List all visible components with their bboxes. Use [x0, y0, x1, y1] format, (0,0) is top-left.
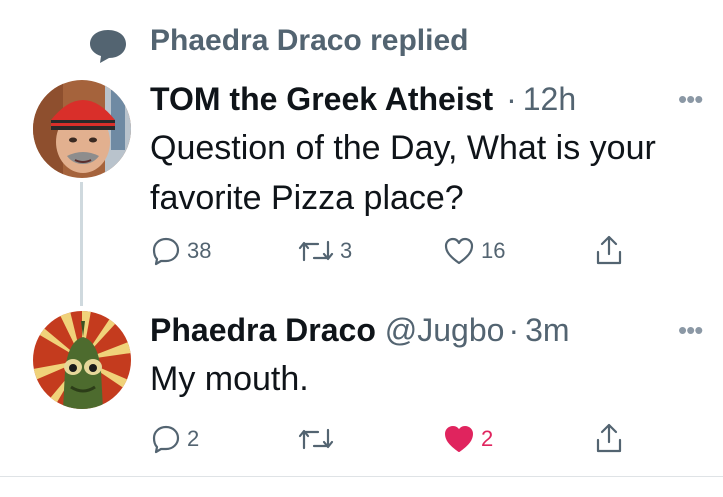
- retweet-icon: [298, 236, 334, 266]
- reply-icon: [151, 236, 181, 266]
- separator-dot: ·: [508, 312, 520, 348]
- like-count: 2: [481, 426, 494, 451]
- avatar-tom[interactable]: [33, 80, 131, 178]
- like-button[interactable]: 16: [443, 236, 505, 266]
- reply-context-label: Phaedra Draco replied: [150, 24, 469, 57]
- tweet-header: Phaedra Draco @Jugbo · 3m: [150, 312, 570, 349]
- more-options-button[interactable]: •••: [678, 84, 703, 115]
- retweet-count: 3: [340, 238, 353, 263]
- more-options-button[interactable]: •••: [678, 315, 703, 346]
- reply-button[interactable]: 38: [151, 236, 211, 266]
- heart-filled-icon: [443, 424, 475, 454]
- tweet-header: TOM the Greek Atheist · 12h: [150, 81, 576, 118]
- like-button[interactable]: 2: [443, 424, 493, 454]
- avatar-phaedra[interactable]: [33, 311, 131, 409]
- tweet-text: Question of the Day, What is your favori…: [150, 123, 656, 223]
- reply-button[interactable]: 2: [151, 424, 199, 454]
- author-handle[interactable]: @Jugbo: [385, 312, 505, 348]
- timestamp[interactable]: 3m: [525, 312, 569, 348]
- tweet-text: My mouth.: [150, 354, 309, 404]
- thread-connector-line: [80, 182, 83, 306]
- separator-dot: ·: [506, 81, 517, 117]
- like-count: 16: [481, 238, 506, 263]
- share-icon: [594, 234, 624, 266]
- reply-count: 38: [187, 238, 212, 263]
- share-button[interactable]: [594, 234, 630, 266]
- retweet-button[interactable]: [298, 424, 340, 454]
- speech-bubble-icon: [88, 28, 128, 64]
- tweet-text-line: favorite Pizza place?: [150, 179, 464, 217]
- author-name[interactable]: Phaedra Draco: [150, 312, 376, 348]
- retweet-button[interactable]: 3: [298, 236, 352, 266]
- author-name[interactable]: TOM the Greek Atheist: [150, 81, 493, 117]
- tweet-text-line: My mouth.: [150, 360, 309, 398]
- reply-icon: [151, 424, 181, 454]
- share-icon: [594, 422, 624, 454]
- heart-icon: [443, 236, 475, 266]
- timestamp[interactable]: 12h: [523, 81, 576, 117]
- reply-count: 2: [187, 426, 200, 451]
- tweet-text-line: Question of the Day, What is your: [150, 129, 656, 167]
- share-button[interactable]: [594, 422, 630, 454]
- tweet-divider: [0, 476, 723, 477]
- retweet-icon: [298, 424, 334, 454]
